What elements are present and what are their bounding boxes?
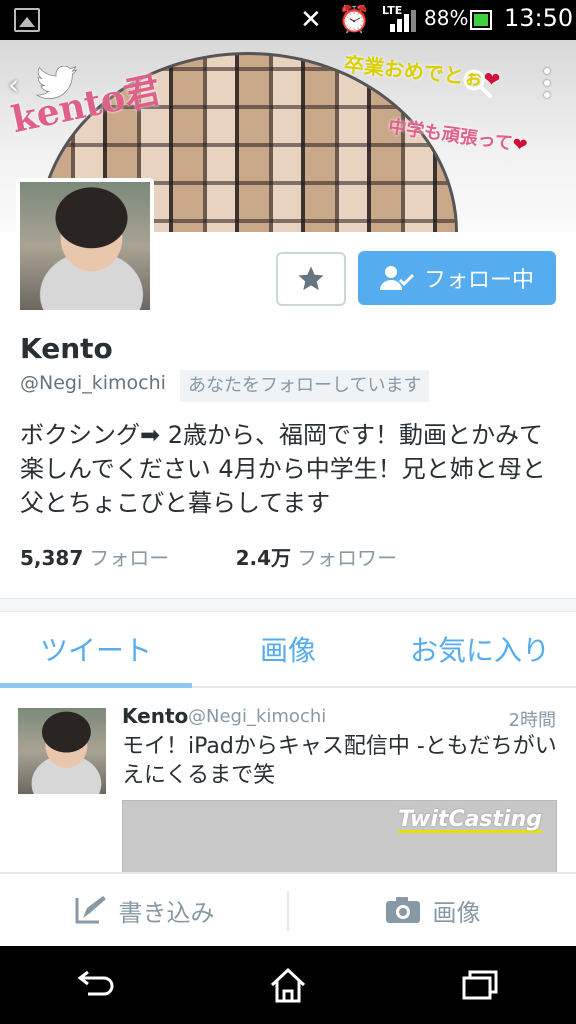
following-stat[interactable]: 5,387 フォロー — [20, 546, 229, 570]
following-button-label: フォロー中 — [423, 268, 534, 293]
vibrate-off-icon: ✕ — [300, 5, 322, 35]
compose-button[interactable]: 書き込み — [0, 874, 287, 946]
followers-stat[interactable]: 2.4万 フォロワー — [236, 546, 457, 570]
clock: 13:50 — [504, 4, 574, 32]
nav-home-icon — [270, 967, 306, 1003]
image-button[interactable]: 画像 — [289, 874, 576, 946]
profile-name: Kento — [20, 332, 113, 365]
tweet-avatar[interactable] — [18, 708, 106, 794]
following-button[interactable]: フォロー中 — [358, 251, 556, 305]
favorite-button[interactable] — [276, 252, 346, 306]
nav-recents-icon — [462, 970, 498, 1000]
nav-recents-button[interactable] — [455, 965, 505, 1005]
tab-tweets[interactable]: ツイート — [0, 612, 192, 688]
followers-label: フォロワー — [297, 546, 398, 570]
battery-icon — [470, 10, 492, 30]
person-check-icon — [379, 266, 414, 290]
system-nav-bar — [0, 946, 576, 1024]
profile-tabs: ツイート 画像 お気に入り — [0, 612, 576, 688]
twitcasting-logo: TwitCasting — [398, 807, 542, 832]
image-label: 画像 — [432, 898, 481, 927]
alarm-icon: ⏰ — [338, 5, 371, 35]
tweet-time: 2時間 — [508, 710, 556, 731]
status-bar: ✕ ⏰ LTE 88% 13:50 — [0, 0, 576, 40]
search-icon[interactable] — [462, 68, 492, 98]
following-count: 5,387 — [20, 546, 84, 570]
back-arrow-icon[interactable]: ‹ — [8, 68, 19, 101]
compose-label: 書き込み — [118, 898, 215, 927]
tab-favorites[interactable]: お気に入り — [384, 612, 576, 686]
tweet-text: モイ！iPadからキャス配信中 -ともだちがいえにくるまで笑 — [122, 734, 557, 788]
avatar-photo — [20, 182, 150, 310]
tweet-item[interactable]: Kento @Negi_kimochi 2時間 モイ！iPadからキャス配信中 … — [0, 690, 576, 876]
camera-icon — [385, 897, 420, 923]
star-icon — [298, 266, 324, 291]
more-vert-icon[interactable] — [542, 68, 552, 102]
tweet-author-handle: @Negi_kimochi — [188, 706, 327, 727]
profile-handle: @Negi_kimochi — [20, 372, 166, 394]
nav-back-button[interactable] — [71, 965, 121, 1005]
tab-images[interactable]: 画像 — [192, 612, 384, 686]
compose-icon — [75, 896, 106, 924]
nav-home-button[interactable] — [263, 965, 313, 1005]
follows-you-badge: あなたをフォローしています — [180, 370, 430, 402]
gallery-notification-icon — [14, 8, 40, 32]
tweet-media-card[interactable]: TwitCasting — [122, 800, 557, 876]
followers-count: 2.4万 — [235, 546, 292, 570]
following-label: フォロー — [89, 546, 170, 570]
profile-avatar[interactable] — [16, 178, 154, 314]
profile-stats: 5,387 フォロー 2.4万 フォロワー — [20, 542, 457, 571]
profile-bio: ボクシング➡ 2歳から、福岡です！動画とかみて楽しんでください 4月から中学生！… — [20, 421, 546, 517]
nav-back-icon — [77, 970, 114, 996]
section-divider — [0, 598, 576, 612]
signal-icon — [384, 10, 416, 32]
twitter-bird-icon[interactable] — [36, 66, 78, 100]
battery-percent: 88% — [424, 6, 469, 30]
bottom-action-bar: 書き込み 画像 — [0, 872, 576, 946]
tweet-author-name: Kento — [122, 704, 189, 728]
